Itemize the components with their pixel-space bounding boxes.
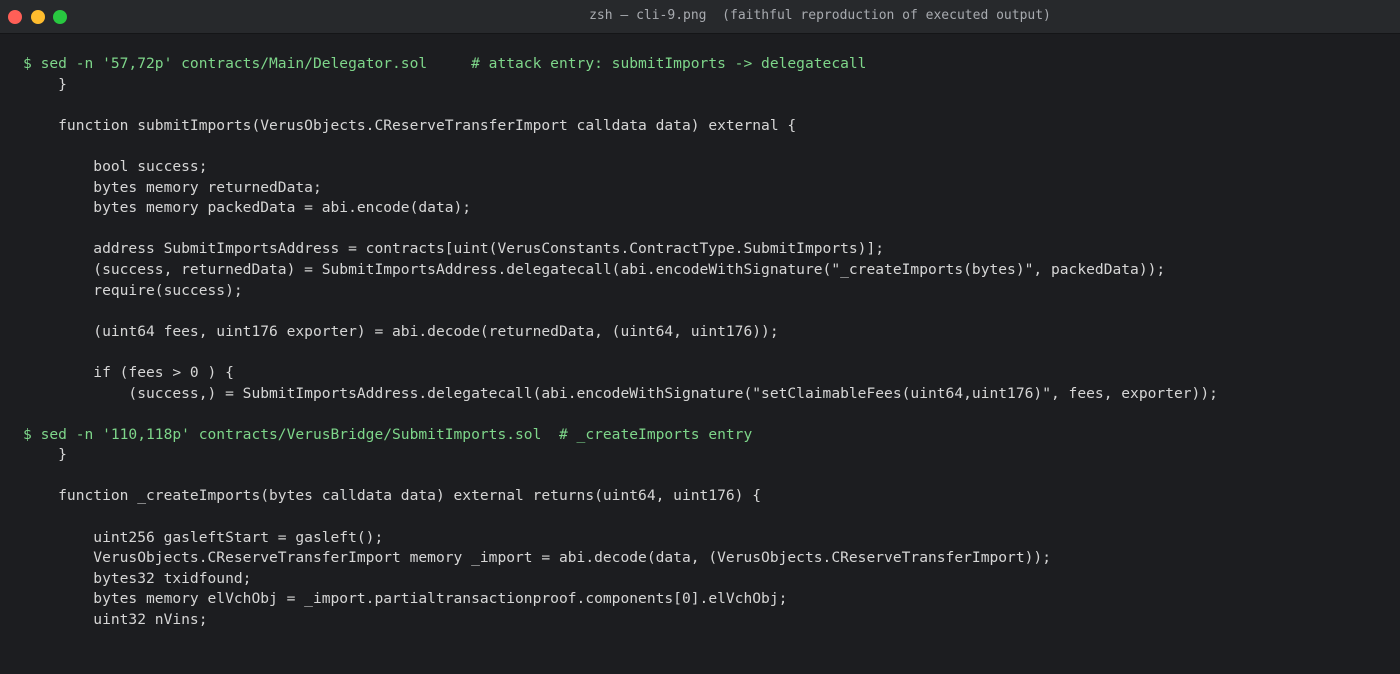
terminal-window: zsh — cli-9.png (faithful reproduction o… [0, 0, 1400, 674]
output-line: require(success); [23, 281, 243, 299]
output-line: function _createImports(bytes calldata d… [23, 487, 762, 505]
output-line: bytes memory returnedData; [23, 178, 322, 196]
output-line: } [23, 75, 67, 93]
output-line: bytes memory packedData = abi.encode(dat… [23, 199, 472, 217]
output-line: function submitImports(VerusObjects.CRes… [23, 116, 797, 134]
output-line: bytes32 txidfound; [23, 569, 252, 587]
command-line: $ sed -n '110,118p' contracts/VerusBridg… [23, 425, 753, 443]
title-bar: zsh — cli-9.png (faithful reproduction o… [0, 0, 1400, 34]
output-line: (success, returnedData) = SubmitImportsA… [23, 260, 1166, 278]
output-line: uint32 nVins; [23, 611, 208, 629]
terminal-output[interactable]: $ sed -n '57,72p' contracts/Main/Delegat… [23, 54, 1390, 631]
output-line: bytes memory elVchObj = _import.partialt… [23, 590, 788, 608]
output-line: (success,) = SubmitImportsAddress.delega… [23, 384, 1218, 402]
output-line: bool success; [23, 157, 208, 175]
output-line: VerusObjects.CReserveTransferImport memo… [23, 549, 1051, 567]
output-line: uint256 gasleftStart = gasleft(); [23, 528, 384, 546]
window-title: zsh — cli-9.png (faithful reproduction o… [589, 8, 1051, 23]
command-line: $ sed -n '57,72p' contracts/Main/Delegat… [23, 55, 867, 72]
output-line: (uint64 fees, uint176 exporter) = abi.de… [23, 322, 779, 340]
output-line: address SubmitImportsAddress = contracts… [23, 240, 885, 258]
output-line: } [23, 446, 67, 464]
output-line: if (fees > 0 ) { [23, 363, 234, 381]
